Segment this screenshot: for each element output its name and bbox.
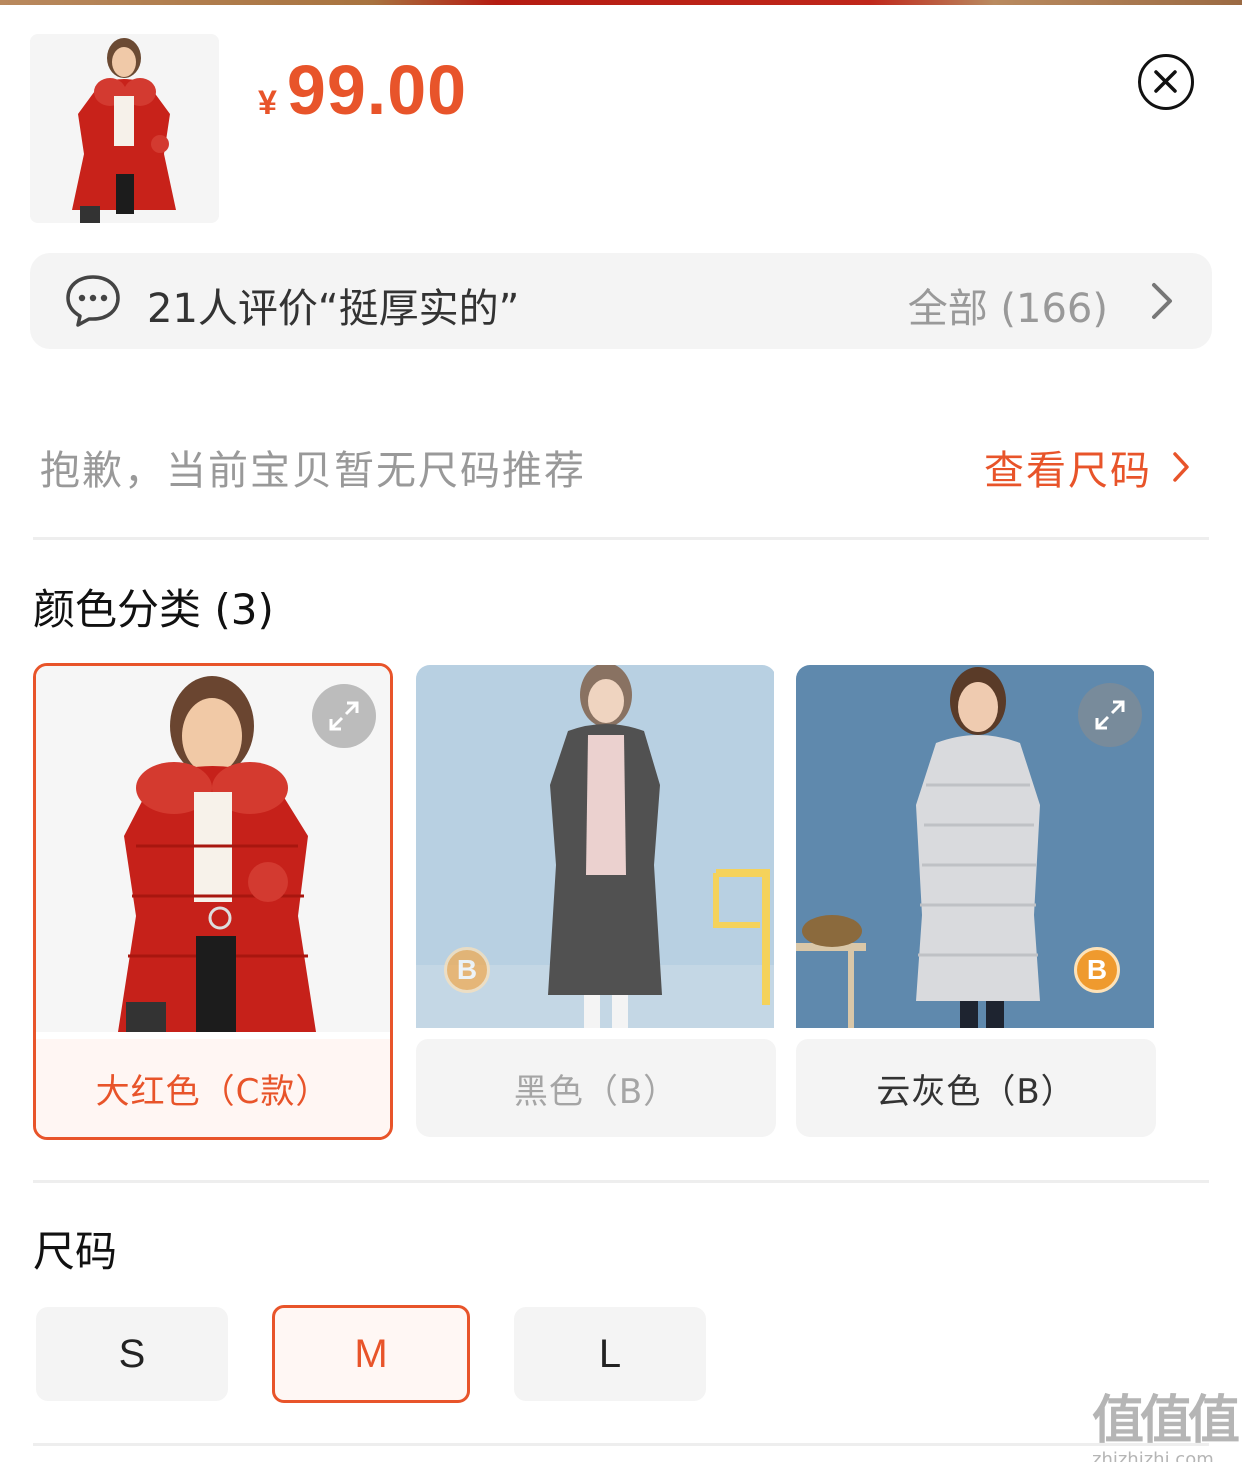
size-option-m[interactable]: M: [272, 1305, 470, 1403]
divider: [33, 1443, 1209, 1446]
expand-image-button[interactable]: [312, 684, 376, 748]
size-option-l[interactable]: L: [514, 1307, 706, 1401]
chevron-right-icon: [1152, 283, 1172, 319]
no-size-recommendation-text: 抱歉，当前宝贝暂无尺码推荐: [40, 448, 586, 494]
size-option-s[interactable]: S: [36, 1307, 228, 1401]
divider: [33, 1180, 1209, 1183]
all-reviews-count: 全部 (166): [907, 286, 1108, 332]
size-guide-label: 查看尺码: [984, 448, 1152, 494]
expand-icon: [1095, 700, 1125, 730]
color-option-red[interactable]: 大红色（C款）: [33, 663, 393, 1140]
top-strip: [0, 0, 1242, 5]
red-coat-thumbnail-image: [30, 34, 219, 223]
color-label-red: 大红色（C款）: [36, 1039, 390, 1137]
size-guide-link[interactable]: 查看尺码: [984, 438, 1190, 496]
color-option-grey[interactable]: B 云灰色（B）: [796, 665, 1156, 1137]
watermark: 值值值 zhizhizhi.com: [1092, 1378, 1240, 1462]
color-label-black: 黑色（B）: [416, 1039, 776, 1137]
price: ¥ 99.00: [258, 50, 467, 130]
brand-badge: B: [444, 947, 490, 993]
product-thumbnail[interactable]: [30, 34, 219, 223]
size-section-title: 尺码: [33, 1227, 118, 1276]
watermark-logo: 值值值: [1092, 1391, 1240, 1451]
expand-icon: [329, 701, 359, 731]
color-photo-black: B: [416, 665, 776, 1028]
brand-badge: B: [1074, 947, 1120, 993]
color-photo-red: [36, 666, 390, 1032]
color-label-grey: 云灰色（B）: [796, 1039, 1156, 1137]
color-option-black[interactable]: B 黑色（B）: [416, 665, 776, 1137]
color-photo-grey: B: [796, 665, 1156, 1028]
chat-bubble-icon: [66, 275, 120, 327]
currency-symbol: ¥: [258, 84, 277, 122]
review-summary-text: 21人评价“挺厚实的”: [147, 286, 520, 332]
chevron-right-icon: [1173, 452, 1189, 482]
color-section-title: 颜色分类 (3): [33, 585, 274, 634]
expand-image-button[interactable]: [1078, 683, 1142, 747]
price-value: 99.00: [286, 51, 468, 129]
close-button[interactable]: [1138, 54, 1194, 110]
close-icon: [1154, 70, 1177, 93]
divider: [33, 537, 1209, 540]
review-summary-bar[interactable]: 21人评价“挺厚实的” 全部 (166): [30, 253, 1212, 349]
